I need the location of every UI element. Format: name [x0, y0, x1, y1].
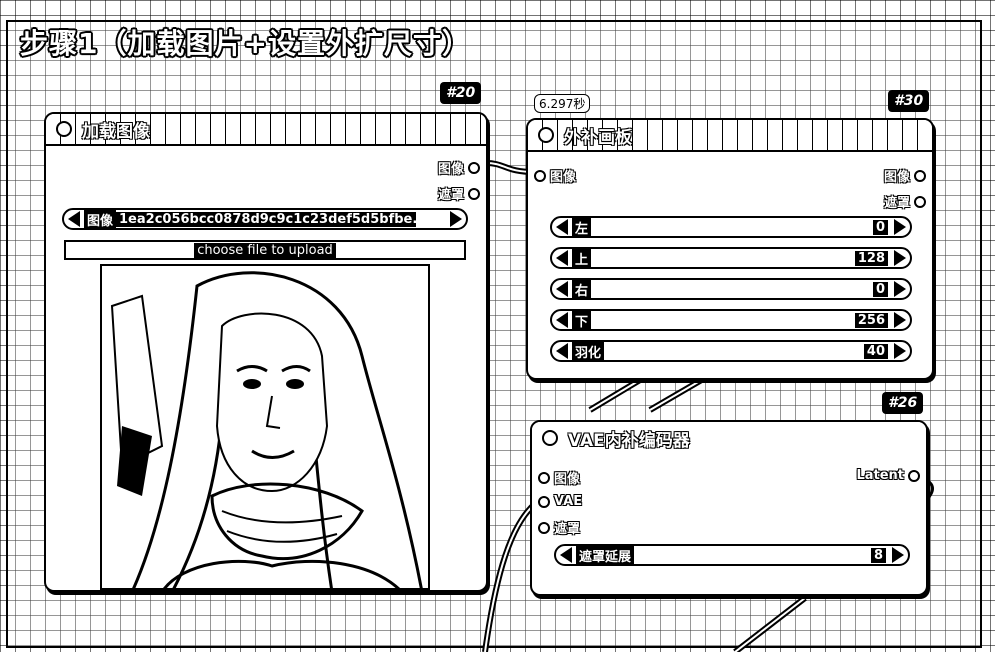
widget-value: 0: [872, 219, 888, 235]
port-dot-icon[interactable]: [908, 469, 920, 482]
node-timing: 6.297秒: [534, 94, 591, 113]
upload-button[interactable]: choose file to upload: [64, 240, 466, 260]
widget-right[interactable]: 右 0: [550, 278, 912, 300]
widget-value: 1ea2c056bcc0878d9c9c1c23def5d5bfbe...: [116, 211, 417, 227]
widget-feather[interactable]: 羽化 40: [550, 340, 912, 362]
port-label: 遮罩: [437, 188, 464, 203]
output-port-image[interactable]: 图像: [884, 166, 926, 185]
arrow-right-icon[interactable]: [894, 250, 906, 266]
widget-label: 上: [572, 248, 592, 268]
arrow-left-icon[interactable]: [556, 281, 568, 297]
input-port-vae[interactable]: VAE: [538, 494, 582, 509]
output-port-image[interactable]: 图像: [438, 158, 480, 177]
port-label: VAE: [554, 494, 583, 509]
node-header[interactable]: 加载图像: [46, 114, 486, 146]
node-header[interactable]: VAE内补编码器: [532, 422, 926, 454]
port-dot-icon[interactable]: [468, 161, 480, 174]
widget-label: 羽化: [572, 341, 605, 361]
pad-canvas-node[interactable]: 外补画板 图像 图像 遮罩 左 0 上 128 右 0 下 256 羽化 40: [526, 118, 934, 380]
port-label: Latent: [856, 468, 904, 483]
image-preview: [100, 264, 430, 590]
widget-value: 8: [870, 547, 886, 563]
node-title: VAE内补编码器: [568, 430, 690, 451]
port-dot-icon[interactable]: [538, 521, 550, 534]
input-port-mask[interactable]: 遮罩: [538, 518, 580, 537]
arrow-right-icon[interactable]: [894, 219, 906, 235]
widget-mask-expand[interactable]: 遮罩延展 8: [554, 544, 910, 566]
port-label: 遮罩: [883, 196, 910, 211]
output-port-mask[interactable]: 遮罩: [438, 184, 480, 203]
node-id-badge: #30: [888, 90, 930, 112]
port-dot-icon[interactable]: [914, 195, 926, 208]
image-combo-widget[interactable]: 图像 1ea2c056bcc0878d9c9c1c23def5d5bfbe...: [62, 208, 468, 230]
widget-bottom[interactable]: 下 256: [550, 309, 912, 331]
widget-value: 128: [854, 250, 888, 266]
portrait-image: [102, 266, 428, 588]
port-dot-icon[interactable]: [534, 169, 546, 182]
input-port-image[interactable]: 图像: [538, 468, 580, 487]
port-label: 图像: [437, 162, 464, 177]
arrow-left-icon[interactable]: [556, 312, 568, 328]
widget-label: 左: [572, 217, 592, 237]
input-port-image[interactable]: 图像: [534, 166, 576, 185]
widget-value: 0: [872, 281, 888, 297]
arrow-left-icon[interactable]: [68, 211, 80, 227]
node-title: 加载图像: [82, 121, 150, 142]
arrow-right-icon[interactable]: [450, 211, 462, 227]
port-label: 遮罩: [554, 522, 581, 537]
node-title: 外补画板: [564, 127, 632, 148]
arrow-right-icon[interactable]: [894, 343, 906, 359]
arrow-right-icon[interactable]: [892, 547, 904, 563]
widget-value: 40: [863, 343, 888, 359]
arrow-left-icon[interactable]: [556, 343, 568, 359]
port-dot-icon[interactable]: [538, 471, 550, 484]
port-label: 图像: [550, 170, 577, 185]
node-header[interactable]: 外补画板: [528, 120, 932, 152]
port-dot-icon[interactable]: [468, 187, 480, 200]
port-label: 图像: [554, 472, 581, 487]
group-title: 步骤1（加载图片+设置外扩尺寸）: [20, 27, 471, 60]
widget-label: 图像: [84, 209, 117, 229]
arrow-right-icon[interactable]: [894, 312, 906, 328]
arrow-left-icon[interactable]: [560, 547, 572, 563]
widget-top[interactable]: 上 128: [550, 247, 912, 269]
load-image-node[interactable]: 加载图像 图像 遮罩 图像 1ea2c056bcc0878d9c9c1c23de…: [44, 112, 488, 592]
port-dot-icon[interactable]: [914, 169, 926, 182]
widget-label: 右: [572, 279, 592, 299]
node-id-badge: #20: [440, 82, 482, 104]
collapse-toggle-icon[interactable]: [56, 121, 72, 137]
arrow-left-icon[interactable]: [556, 250, 568, 266]
vae-encode-node[interactable]: VAE内补编码器 图像 VAE 遮罩 Latent 遮罩延展 8: [530, 420, 928, 596]
output-port-latent[interactable]: Latent: [856, 468, 920, 483]
widget-value: 256: [854, 312, 888, 328]
collapse-toggle-icon[interactable]: [542, 430, 558, 446]
port-dot-icon[interactable]: [538, 495, 550, 508]
upload-label: choose file to upload: [194, 242, 336, 258]
arrow-left-icon[interactable]: [556, 219, 568, 235]
widget-label: 下: [572, 310, 592, 330]
widget-left[interactable]: 左 0: [550, 216, 912, 238]
widget-label: 遮罩延展: [576, 545, 635, 565]
output-port-mask[interactable]: 遮罩: [884, 192, 926, 211]
port-label: 图像: [883, 170, 910, 185]
collapse-toggle-icon[interactable]: [538, 127, 554, 143]
node-id-badge: #26: [882, 392, 924, 414]
arrow-right-icon[interactable]: [894, 281, 906, 297]
